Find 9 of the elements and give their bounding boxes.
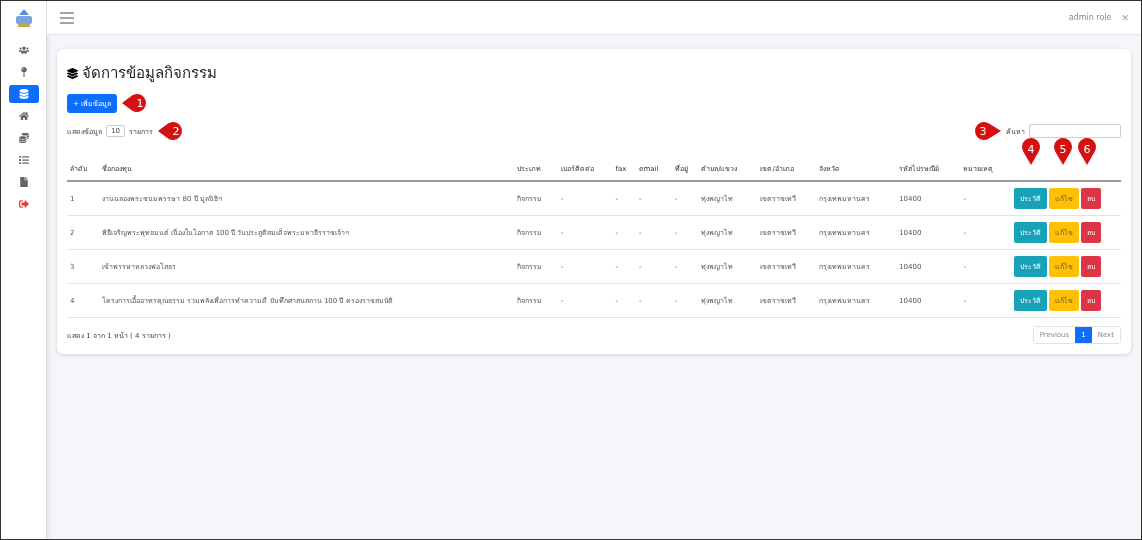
callout-marker: 4 — [1021, 139, 1041, 165]
callout-marker: 6 — [1077, 139, 1097, 165]
page-title: จัดการข้อมูลกิจกรรม — [82, 63, 217, 84]
layers-icon — [67, 67, 78, 79]
stack-icon[interactable] — [8, 85, 39, 103]
search-field[interactable] — [1029, 124, 1121, 138]
callout-marker: 5 — [1053, 139, 1073, 165]
user-role: admin role — [1068, 13, 1112, 22]
close-icon[interactable]: ✕ — [1121, 12, 1129, 23]
